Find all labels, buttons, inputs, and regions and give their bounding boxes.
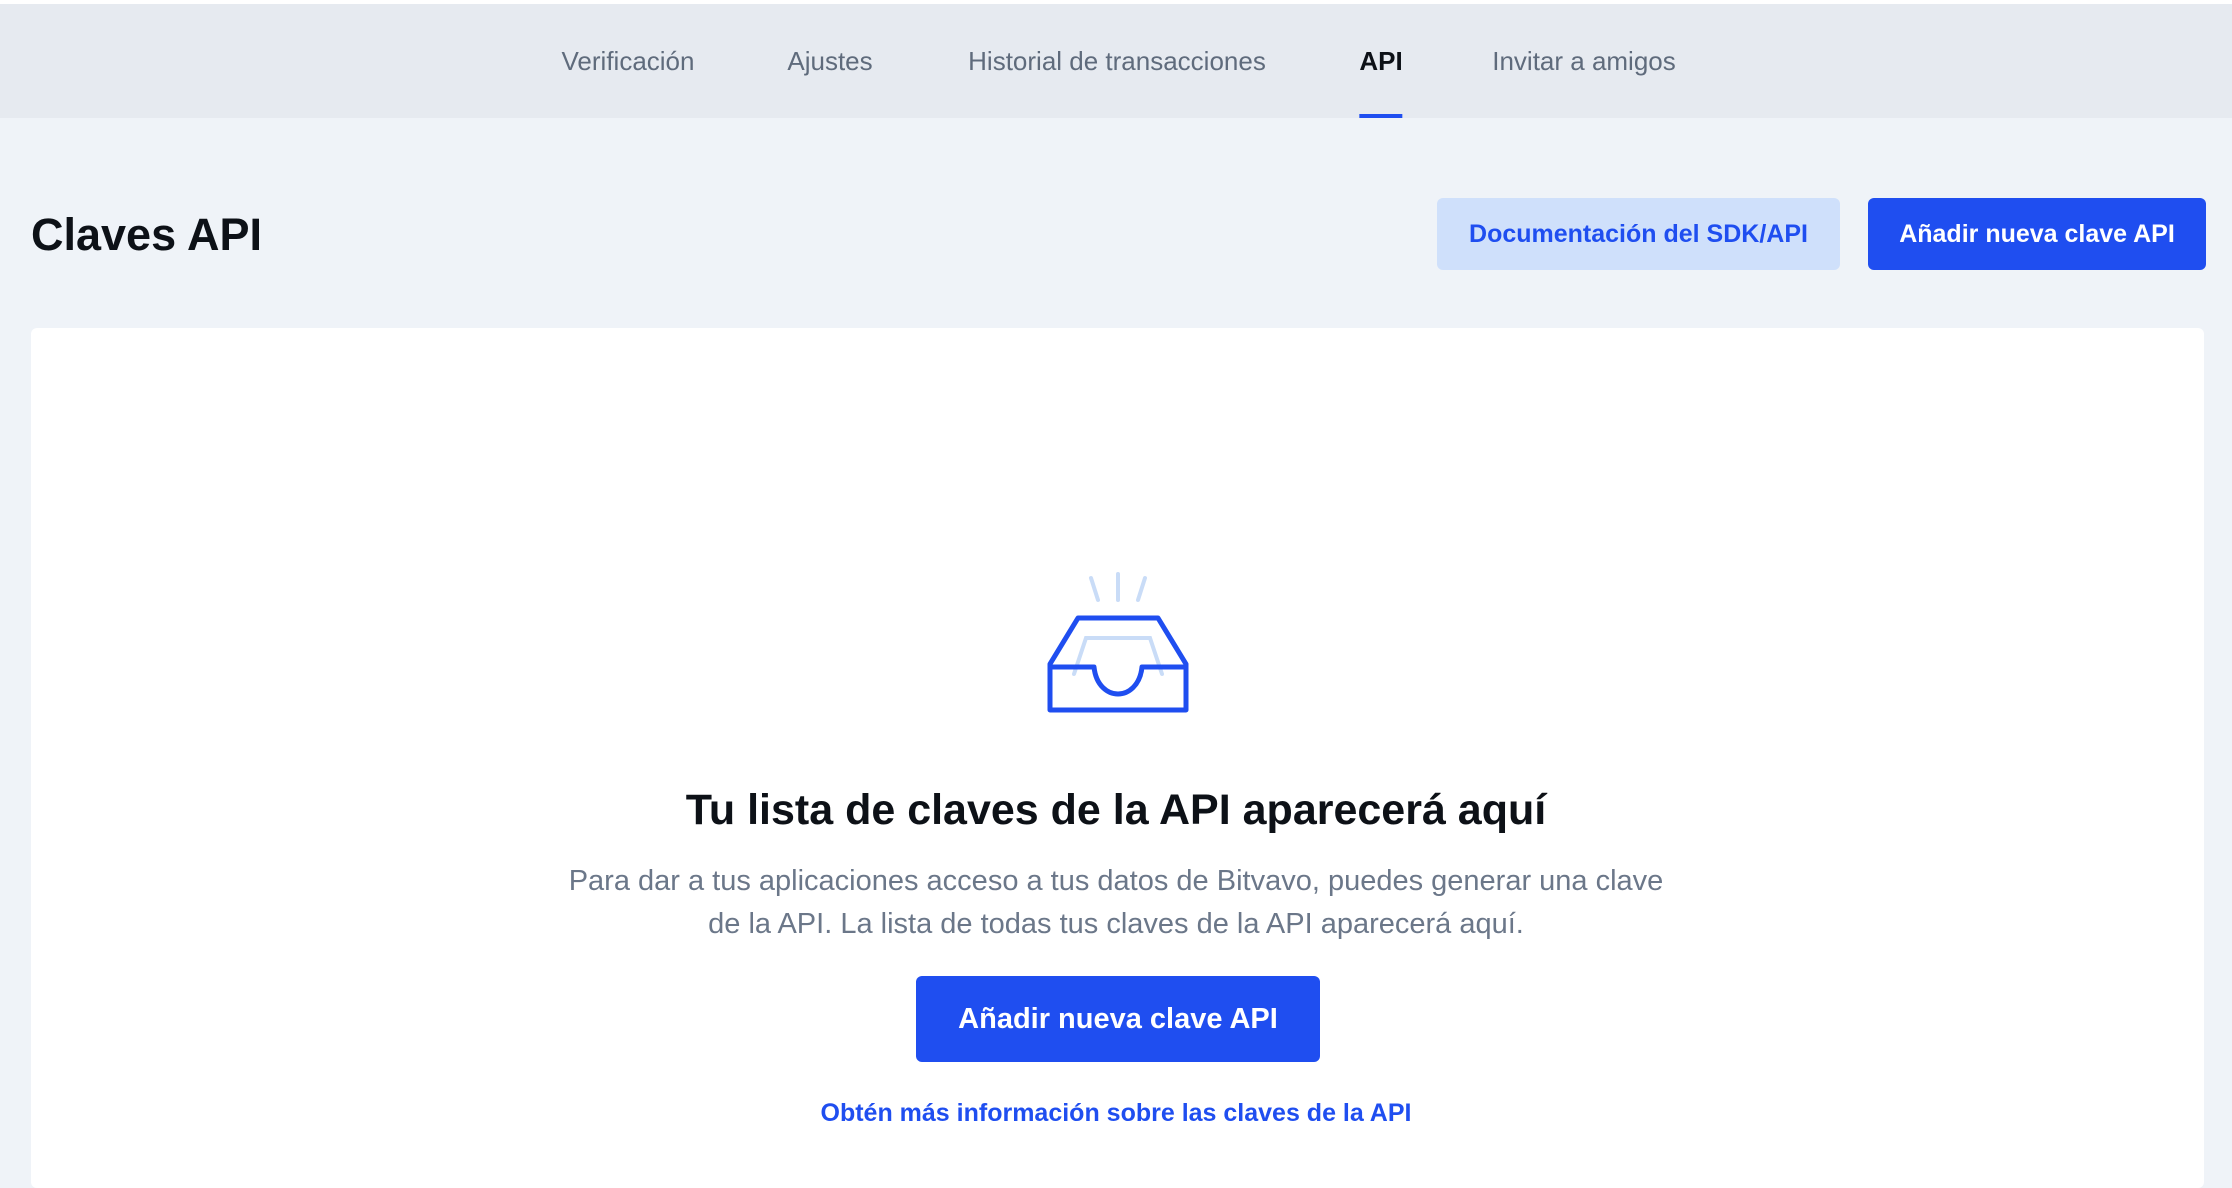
tab-historial-transacciones[interactable]: Historial de transacciones [968,4,1266,118]
learn-more-link[interactable]: Obtén más información sobre las claves d… [821,1099,1412,1127]
add-api-key-button[interactable]: Añadir nueva clave API [1868,198,2206,270]
page-title: Claves API [31,209,262,260]
sdk-api-docs-button[interactable]: Documentación del SDK/API [1437,198,1840,270]
empty-state-title: Tu lista de claves de la API aparecerá a… [685,786,1547,834]
top-navigation: Verificación Ajustes Historial de transa… [0,0,2232,118]
learn-more-container: Obtén más información sobre las claves d… [0,1093,2232,1133]
tab-verificacion[interactable]: Verificación [562,4,695,118]
add-api-key-button-center[interactable]: Añadir nueva clave API [916,976,1320,1062]
empty-state-description: Para dar a tus aplicaciones acceso a tus… [568,865,1664,940]
tab-invitar-amigos[interactable]: Invitar a amigos [1492,4,1676,118]
tab-api[interactable]: API [1359,4,1404,118]
tab-ajustes[interactable]: Ajustes [787,4,872,118]
inbox-tray-icon [1047,572,1189,713]
